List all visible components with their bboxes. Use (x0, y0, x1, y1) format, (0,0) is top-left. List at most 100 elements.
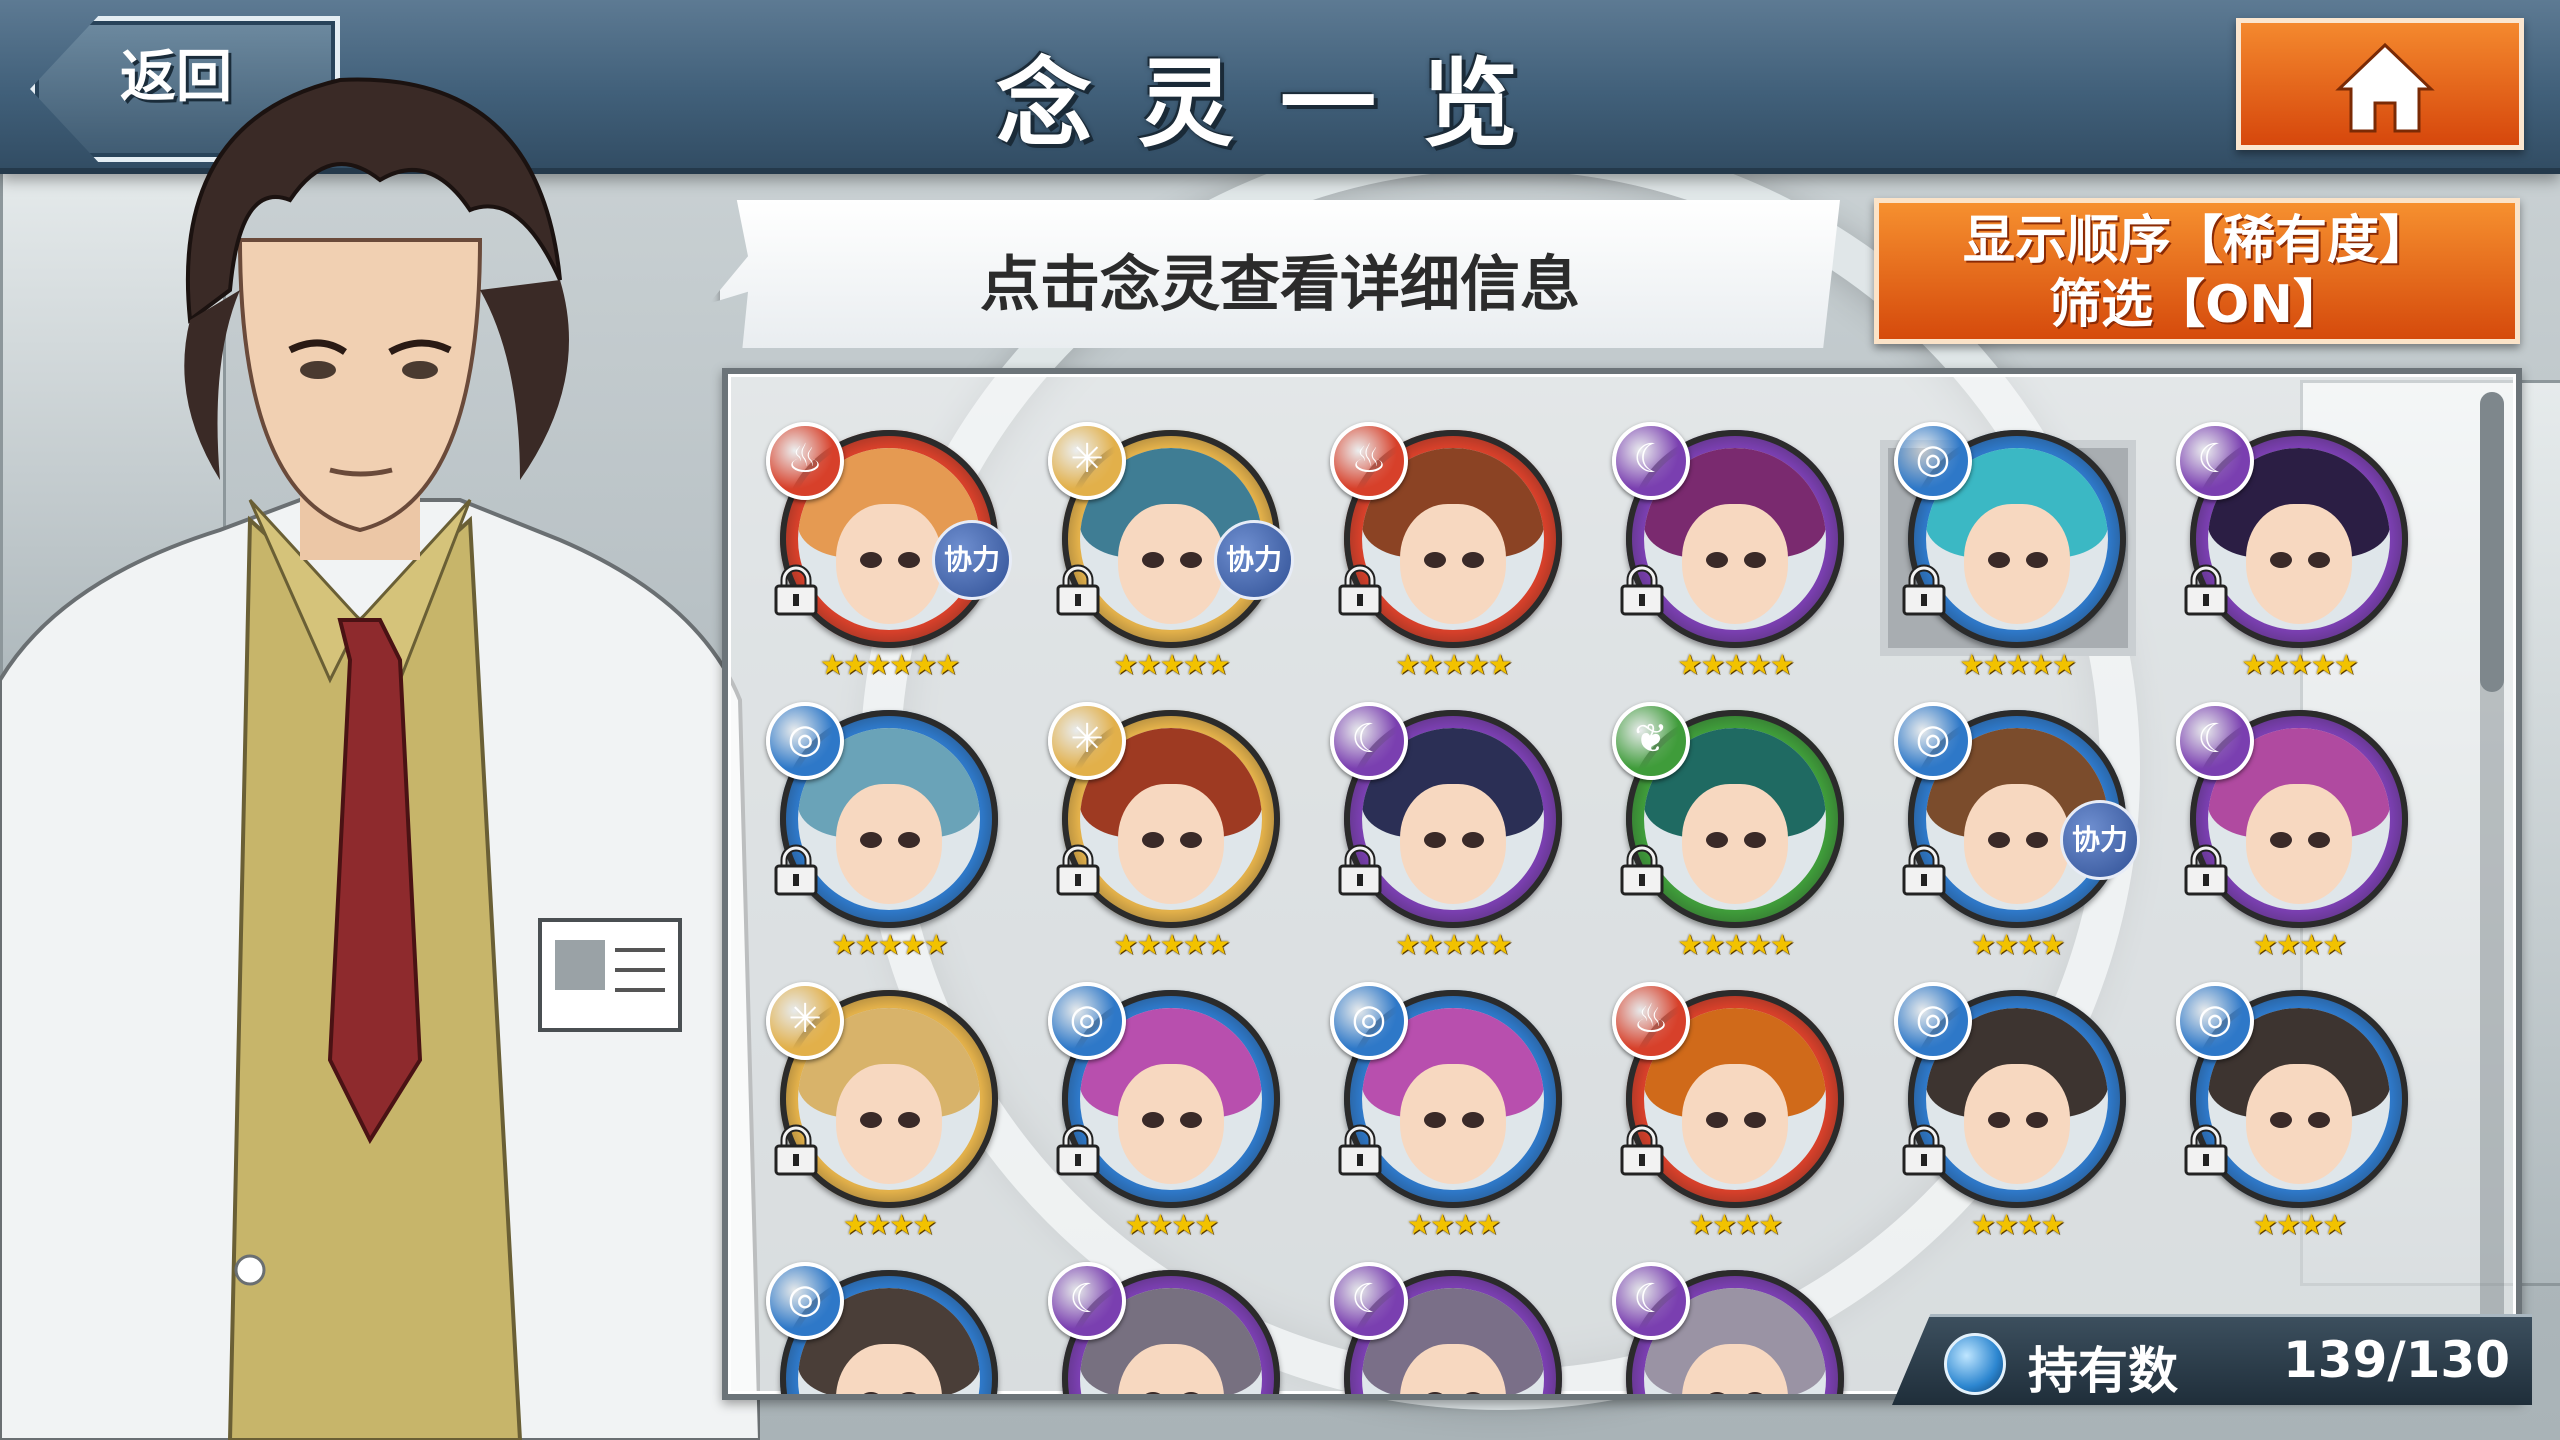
portrait-eye (1744, 1112, 1766, 1128)
water-element-icon: ◎ (1894, 422, 1972, 500)
unit-icon-dark[interactable]: ☾ (1328, 1262, 1578, 1394)
rarity-stars: ★★★★ (1124, 1208, 1219, 1241)
unit-icon-light[interactable]: ✳ 协力 ★★★★★ (1046, 422, 1296, 681)
rarity-stars: ★★★★★ (1677, 928, 1795, 961)
portrait-eye (860, 1112, 882, 1128)
grid-scroll-thumb[interactable] (2480, 392, 2504, 692)
portrait-eye (2026, 552, 2048, 568)
water-element-icon: ◎ (766, 702, 844, 780)
lock-icon[interactable] (1332, 842, 1388, 898)
orb-icon (1944, 1333, 2006, 1395)
rarity-stars: ★★★★ (1970, 1208, 2065, 1241)
rarity-stars: ★★★★★ (1395, 648, 1513, 681)
lock-icon[interactable] (768, 1122, 824, 1178)
collab-badge: 协力 (2060, 800, 2140, 880)
portrait-eye (898, 832, 920, 848)
unit-icon-dark[interactable]: ☾ ★★★★★ (1328, 702, 1578, 961)
dark-element-icon: ☾ (1330, 1262, 1408, 1340)
portrait-eye (1988, 552, 2010, 568)
unit-icon-dark[interactable]: ☾ (1610, 1262, 1860, 1394)
portrait-face (836, 784, 942, 904)
sort-filter-button[interactable]: 显示顺序【稀有度】 筛选【ON】 (1874, 198, 2520, 344)
portrait-face (1682, 504, 1788, 624)
lock-icon[interactable] (1332, 562, 1388, 618)
unit-icon-water[interactable]: ◎ ★★★★ (2174, 982, 2424, 1241)
lock-icon[interactable] (1896, 842, 1952, 898)
portrait-eye (1462, 832, 1484, 848)
lock-icon[interactable] (1896, 1122, 1952, 1178)
portrait-face (1400, 504, 1506, 624)
unit-icon-dark[interactable]: ☾ ★★★★★ (1610, 422, 1860, 681)
rarity-stars: ★★★★ (2252, 928, 2347, 961)
unit-icon-water[interactable]: ◎ ★★★★ (1328, 982, 1578, 1241)
unit-icon-dark[interactable]: ☾ ★★★★ (2174, 702, 2424, 961)
sort-order-label: 显示顺序【稀有度】 (1962, 211, 2431, 271)
scientist-character (0, 77, 760, 1440)
portrait-eye (1424, 832, 1446, 848)
water-element-icon: ◎ (1048, 982, 1126, 1060)
unit-icon-water[interactable]: ◎ ★★★★★ (764, 702, 1014, 961)
water-element-icon: ◎ (766, 1262, 844, 1340)
light-element-icon: ✳ (1048, 422, 1126, 500)
portrait-eye (2270, 1112, 2292, 1128)
water-element-icon: ◎ (1894, 982, 1972, 1060)
portrait-eye (2308, 1112, 2330, 1128)
lock-icon[interactable] (1050, 842, 1106, 898)
unit-icon-light[interactable]: ✳ ★★★★★ (1046, 702, 1296, 961)
portrait-eye (1744, 832, 1766, 848)
portrait-eye (1744, 552, 1766, 568)
fire-element-icon: ♨ (1330, 422, 1408, 500)
dark-element-icon: ☾ (1048, 1262, 1126, 1340)
unit-icon-water[interactable]: ◎ (764, 1262, 1014, 1394)
unit-icon-wood[interactable]: ❦ ★★★★★ (1610, 702, 1860, 961)
filter-label: 筛选【ON】 (2049, 275, 2345, 335)
portrait-eye (1142, 832, 1164, 848)
portrait-eye (2026, 832, 2048, 848)
unit-grid-panel[interactable]: ♨ 协力 ★★★★★★ ✳ 协力 ★★★★★ ♨ ★★★★★ ☾ ★★★★★ ◎ ★★★★★ ☾ ★★★★… (722, 368, 2522, 1400)
home-button[interactable] (2236, 18, 2524, 150)
unit-icon-fire[interactable]: ♨ ★★★★ (1610, 982, 1860, 1241)
portrait-eye (898, 1112, 920, 1128)
portrait-eye (2308, 832, 2330, 848)
unit-icon-water[interactable]: ◎ ★★★★ (1046, 982, 1296, 1241)
portrait-eye (898, 552, 920, 568)
rarity-stars: ★★★★★ (1677, 648, 1795, 681)
grid-scrollbar[interactable] (2480, 392, 2504, 1392)
portrait-eye (1462, 552, 1484, 568)
unit-icon-water[interactable]: ◎ ★★★★ (1892, 982, 2142, 1241)
lock-icon[interactable] (1614, 562, 1670, 618)
lock-icon[interactable] (768, 842, 824, 898)
unit-icon-fire[interactable]: ♨ ★★★★★ (1328, 422, 1578, 681)
unit-icon-water[interactable]: ◎ 协力 ★★★★ (1892, 702, 2142, 961)
unit-icon-dark[interactable]: ☾ (1046, 1262, 1296, 1394)
owned-count-bar: 持有数 139/130 (1892, 1314, 2532, 1405)
water-element-icon: ◎ (2176, 982, 2254, 1060)
lock-icon[interactable] (1050, 562, 1106, 618)
lock-icon[interactable] (2178, 842, 2234, 898)
lock-icon[interactable] (2178, 562, 2234, 618)
portrait-face (2246, 504, 2352, 624)
lock-icon[interactable] (1614, 1122, 1670, 1178)
unit-icon-light[interactable]: ✳ ★★★★ (764, 982, 1014, 1241)
rarity-stars: ★★★★★ (831, 928, 949, 961)
lock-icon[interactable] (1896, 562, 1952, 618)
portrait-face (2246, 784, 2352, 904)
lock-icon[interactable] (2178, 1122, 2234, 1178)
portrait-face (836, 1064, 942, 1184)
lock-icon[interactable] (1332, 1122, 1388, 1178)
lock-icon[interactable] (768, 562, 824, 618)
rarity-stars: ★★★★ (842, 1208, 937, 1241)
lock-icon[interactable] (1614, 842, 1670, 898)
unit-icon-dark[interactable]: ☾ ★★★★★ (2174, 422, 2424, 681)
dark-element-icon: ☾ (1612, 422, 1690, 500)
unit-icon-fire[interactable]: ♨ 协力 ★★★★★★ (764, 422, 1014, 681)
portrait-face (1118, 784, 1224, 904)
dark-element-icon: ☾ (1612, 1262, 1690, 1340)
portrait-eye (1424, 1112, 1446, 1128)
water-element-icon: ◎ (1894, 702, 1972, 780)
dark-element-icon: ☾ (2176, 702, 2254, 780)
portrait-eye (1706, 832, 1728, 848)
lock-icon[interactable] (1050, 1122, 1106, 1178)
dark-element-icon: ☾ (1330, 702, 1408, 780)
unit-icon-water[interactable]: ◎ ★★★★★ (1892, 422, 2142, 681)
